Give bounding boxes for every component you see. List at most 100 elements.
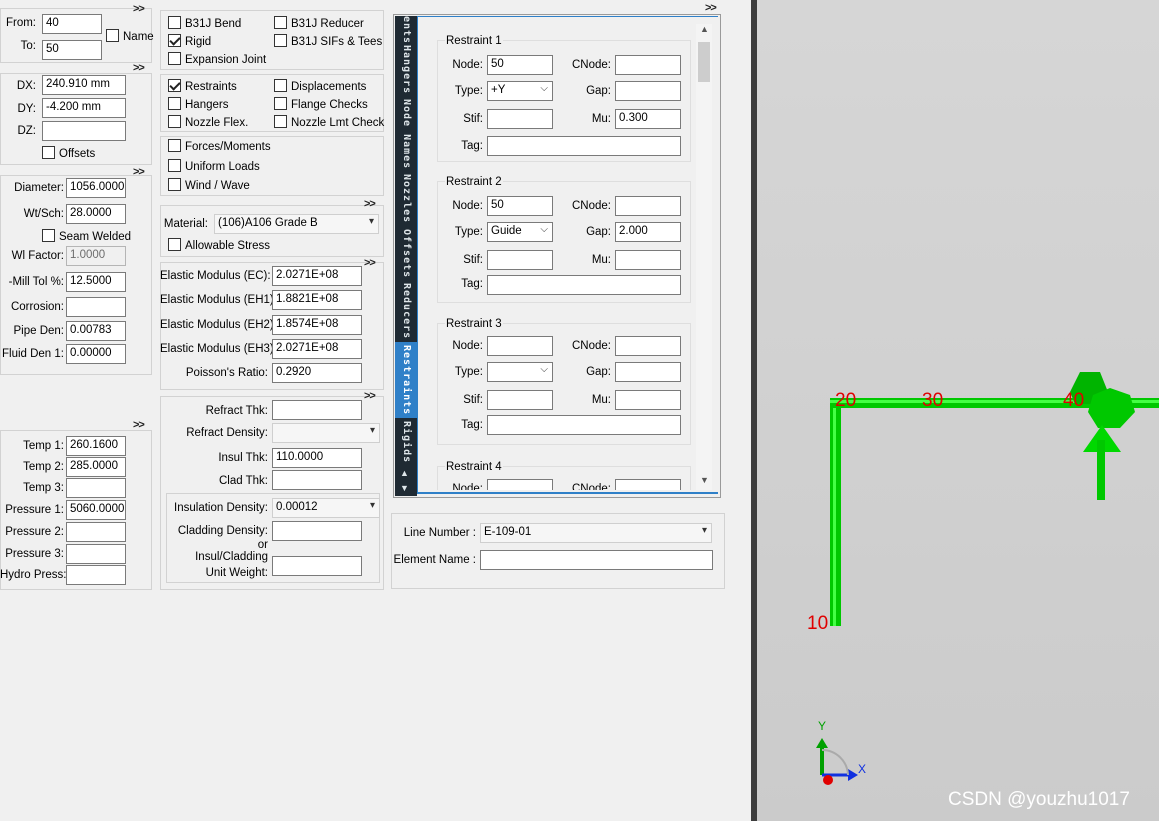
fluid-den-input[interactable]: 0.00000 xyxy=(66,344,126,364)
uniform-loads-checkbox[interactable]: Uniform Loads xyxy=(168,159,260,173)
restraint-2-cnode-input[interactable] xyxy=(615,196,681,216)
b31j-bend-checkbox-box[interactable] xyxy=(168,16,181,29)
tab-offsets[interactable]: Offsets xyxy=(395,228,417,280)
name-checkbox[interactable]: Name xyxy=(106,29,154,43)
dx-input[interactable]: 240.910 mm xyxy=(42,75,126,95)
name-checkbox-box[interactable] xyxy=(106,29,119,42)
pressure2-input[interactable] xyxy=(66,522,126,542)
poisson-input[interactable]: 0.2920 xyxy=(272,363,362,383)
hydro-press-input[interactable] xyxy=(66,565,126,585)
nozzle-lmt-checkbox[interactable]: Nozzle Lmt Check xyxy=(274,115,384,129)
restraint-3-stif-input[interactable] xyxy=(487,390,553,410)
displacements-checkbox-box[interactable] xyxy=(274,79,287,92)
restraint-3-gap-input[interactable] xyxy=(615,362,681,382)
refract-density-select[interactable]: ▾ xyxy=(272,423,380,443)
restraint-scrollbar[interactable] xyxy=(696,24,712,490)
tab-nozzles[interactable]: Nozzles xyxy=(395,172,417,226)
restraint-1-node-input[interactable]: 50 xyxy=(487,55,553,75)
displacements-checkbox[interactable]: Displacements xyxy=(274,79,366,93)
to-node-input[interactable]: 50 xyxy=(42,40,102,60)
seam-welded-checkbox[interactable]: Seam Welded xyxy=(42,229,131,243)
tab-node-names[interactable]: Node Names xyxy=(395,98,417,170)
nozzle-flex-checkbox-box[interactable] xyxy=(168,115,181,128)
restraint-1-gap-input[interactable] xyxy=(615,81,681,101)
forces-moments-checkbox[interactable]: Forces/Moments xyxy=(168,139,271,153)
b31j-reducer-checkbox[interactable]: B31J Reducer xyxy=(274,16,364,30)
restraint-2-gap-input[interactable]: 2.000 xyxy=(615,222,681,242)
uniform-loads-checkbox-box[interactable] xyxy=(168,159,181,172)
material-select[interactable]: (106)A106 Grade B ▾ xyxy=(214,214,379,234)
rigid-checkbox[interactable]: Rigid xyxy=(168,34,211,48)
restraint-2-tag-input[interactable] xyxy=(487,275,681,295)
refract-thk-input[interactable] xyxy=(272,400,362,420)
temp1-input[interactable]: 260.1600 xyxy=(66,436,126,456)
restraint-1-tag-input[interactable] xyxy=(487,136,681,156)
restraint-2-stif-input[interactable] xyxy=(487,250,553,270)
restraint-3-mu-input[interactable] xyxy=(615,390,681,410)
tab-hangers[interactable]: Hangers xyxy=(395,44,417,96)
temp3-input[interactable] xyxy=(66,478,126,498)
restraint-3-node-input[interactable] xyxy=(487,336,553,356)
hangers-checkbox[interactable]: Hangers xyxy=(168,97,228,111)
unit-weight-input[interactable] xyxy=(272,556,362,576)
expand-aux-panel-button[interactable]: >> xyxy=(705,2,717,14)
restraint-1-cnode-input[interactable] xyxy=(615,55,681,75)
offsets-checkbox-box[interactable] xyxy=(42,146,55,159)
flange-checks-checkbox[interactable]: Flange Checks xyxy=(274,97,368,111)
tab-elements[interactable]: ents xyxy=(395,16,417,42)
allowable-stress-checkbox[interactable]: Allowable Stress xyxy=(168,238,270,252)
restraint-2-type-select[interactable]: Guide ⌵ xyxy=(487,222,553,242)
restraint-1-stif-input[interactable] xyxy=(487,109,553,129)
expand-insulation-button[interactable]: >> xyxy=(364,390,376,402)
expansion-joint-checkbox-box[interactable] xyxy=(168,52,181,65)
hangers-checkbox-box[interactable] xyxy=(168,97,181,110)
scroll-up-icon[interactable]: ▲ xyxy=(700,24,709,34)
clad-thk-input[interactable] xyxy=(272,470,362,490)
ec-input[interactable]: 2.0271E+08 xyxy=(272,266,362,286)
restraint-3-type-select[interactable]: ⌵ xyxy=(487,362,553,382)
temp2-input[interactable]: 285.0000 xyxy=(66,457,126,477)
allowable-stress-checkbox-box[interactable] xyxy=(168,238,181,251)
insul-thk-input[interactable]: 110.0000 xyxy=(272,448,362,468)
forces-moments-checkbox-box[interactable] xyxy=(168,139,181,152)
tab-scroll-down-icon[interactable]: ▼ xyxy=(400,483,409,493)
line-number-select[interactable]: E-109-01 ▾ xyxy=(480,523,712,543)
pressure1-input[interactable]: 5060.0000 xyxy=(66,500,126,520)
element-name-input[interactable] xyxy=(480,550,713,570)
nozzle-lmt-checkbox-box[interactable] xyxy=(274,115,287,128)
expand-node-range-button[interactable]: >> xyxy=(133,3,145,15)
tab-rigids[interactable]: Rigids xyxy=(395,420,417,464)
from-node-input[interactable]: 40 xyxy=(42,14,102,34)
b31j-sifs-checkbox[interactable]: B31J SIFs & Tees xyxy=(274,34,382,48)
eh2-input[interactable]: 1.8574E+08 xyxy=(272,315,362,335)
wind-wave-checkbox-box[interactable] xyxy=(168,178,181,191)
tab-restraints[interactable]: Restraints xyxy=(395,342,417,418)
restraint-3-tag-input[interactable] xyxy=(487,415,681,435)
tab-reducers[interactable]: Reducers xyxy=(395,282,417,340)
offsets-checkbox[interactable]: Offsets xyxy=(42,146,95,160)
cladding-density-input[interactable] xyxy=(272,521,362,541)
expand-material-button[interactable]: >> xyxy=(364,198,376,210)
pipe-den-input[interactable]: 0.00783 xyxy=(66,321,126,341)
restraint-1-mu-input[interactable]: 0.300 xyxy=(615,109,681,129)
restraint-scrollbar-thumb[interactable] xyxy=(698,42,710,82)
b31j-sifs-checkbox-box[interactable] xyxy=(274,34,287,47)
corrosion-input[interactable] xyxy=(66,297,126,317)
restraint-2-mu-input[interactable] xyxy=(615,250,681,270)
eh3-input[interactable]: 2.0271E+08 xyxy=(272,339,362,359)
expand-deltas-button[interactable]: >> xyxy=(133,62,145,74)
nozzle-flex-checkbox[interactable]: Nozzle Flex. xyxy=(168,115,248,129)
restraints-checkbox-box[interactable] xyxy=(168,79,181,92)
expand-operating-button[interactable]: >> xyxy=(133,419,145,431)
restraint-3-cnode-input[interactable] xyxy=(615,336,681,356)
eh1-input[interactable]: 1.8821E+08 xyxy=(272,290,362,310)
flange-checks-checkbox-box[interactable] xyxy=(274,97,287,110)
mill-tol-input[interactable]: 12.5000 xyxy=(66,272,126,292)
dz-input[interactable] xyxy=(42,121,126,141)
restraint-1-type-select[interactable]: +Y ⌵ xyxy=(487,81,553,101)
model-3d-view[interactable]: 20 30 40 10 Y X CSDN @youzhu1017 xyxy=(757,0,1159,821)
expansion-joint-checkbox[interactable]: Expansion Joint xyxy=(168,52,266,66)
b31j-bend-checkbox[interactable]: B31J Bend xyxy=(168,16,241,30)
scroll-down-icon[interactable]: ▼ xyxy=(700,475,709,485)
pressure3-input[interactable] xyxy=(66,544,126,564)
